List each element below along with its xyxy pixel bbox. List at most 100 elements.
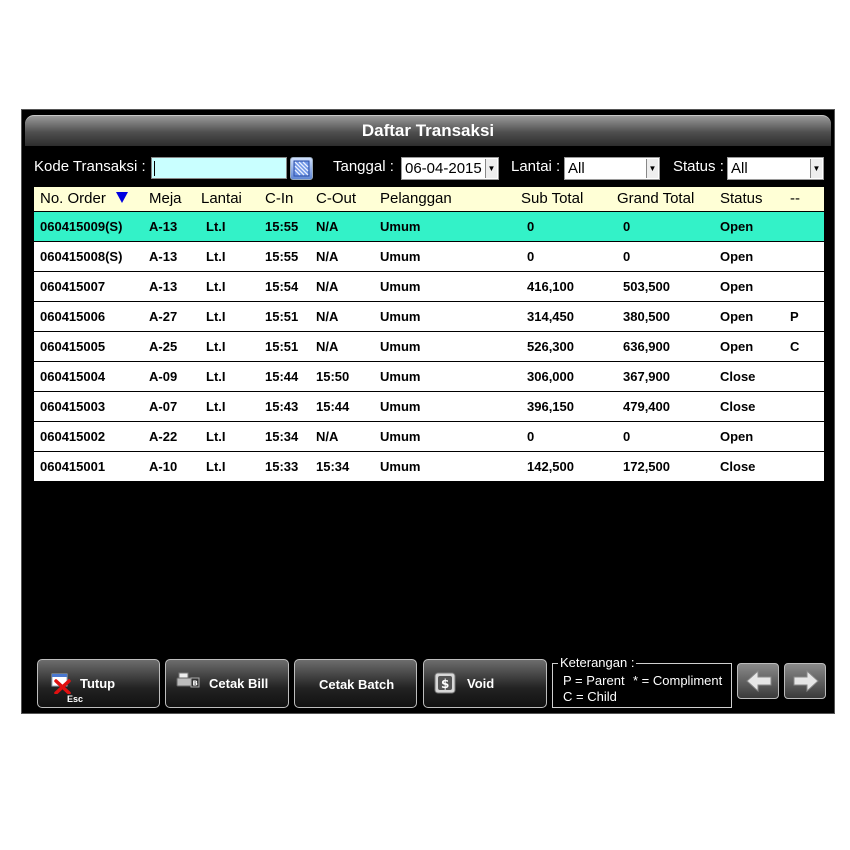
cell-pelanggan: Umum — [380, 339, 421, 354]
table-row[interactable]: 060415001 A-10 Lt.I 15:33 15:34 Umum 142,500 17… — [34, 451, 824, 481]
lantai-label: Lantai : — [511, 158, 561, 175]
cell-c-in: 15:55 — [265, 219, 299, 234]
cell-pelanggan: Umum — [380, 249, 421, 264]
column-header-c-out[interactable]: C-Out — [316, 187, 356, 211]
void-money-icon: $ — [434, 672, 456, 694]
cell-meja: A-25 — [149, 339, 178, 354]
status-select[interactable]: All ▼ — [727, 157, 824, 180]
cell-c-out: 15:44 — [316, 399, 350, 414]
cell-c-out: N/A — [316, 339, 339, 354]
cell-status: Open — [720, 309, 754, 324]
kode-transaksi-input[interactable] — [151, 157, 287, 179]
table-row[interactable]: 060415002 A-22 Lt.I 15:34 N/A Umum 0 0 Open — [34, 421, 824, 451]
legend-child: C = Child — [563, 689, 617, 704]
cell-no-order: 060415002 — [40, 429, 106, 444]
dropdown-arrow-icon: ▼ — [485, 159, 497, 178]
table-row[interactable]: 060415009(S) A-13 Lt.I 15:55 N/A Umum 0 0 Open — [34, 211, 824, 241]
cell-no-order: 060415007 — [40, 279, 106, 294]
table-header: No. Order Meja Lantai C-In C-Out Pelangg… — [34, 187, 824, 211]
cell-pelanggan: Umum — [380, 219, 421, 234]
cell-lantai: Lt.I — [206, 249, 226, 264]
cell-pelanggan: Umum — [380, 399, 421, 414]
column-header-no-order[interactable]: No. Order — [40, 187, 128, 211]
cell-grand-total: 636,900 — [623, 339, 670, 354]
table-row[interactable]: 060415006 A-27 Lt.I 15:51 N/A Umum 314,450 380,… — [34, 301, 824, 331]
cell-status: Close — [720, 459, 756, 474]
column-header-c-in[interactable]: C-In — [265, 187, 293, 211]
svg-text:B: B — [193, 680, 198, 688]
cell-c-in: 15:43 — [265, 399, 299, 414]
keterangan-legend: Keterangan : P = Parent * = Compliment C… — [552, 656, 732, 708]
column-header-sub-total[interactable]: Sub Total — [521, 187, 583, 211]
legend-parent: P = Parent — [563, 673, 625, 688]
previous-page-button[interactable] — [737, 663, 779, 699]
void-label: Void — [467, 676, 495, 691]
cell-grand-total: 0 — [623, 219, 631, 234]
cell-c-in: 15:51 — [265, 309, 299, 324]
cetak-bill-button[interactable]: B Cetak Bill — [165, 659, 289, 708]
table-row[interactable]: 060415004 A-09 Lt.I 15:44 15:50 Umum 306,000 36… — [34, 361, 824, 391]
cell-meja: A-13 — [149, 249, 178, 264]
cell-no-order: 060415009(S) — [40, 219, 123, 234]
cell-c-in: 15:54 — [265, 279, 299, 294]
table-row[interactable]: 060415005 A-25 Lt.I 15:51 N/A Umum 526,300 636,… — [34, 331, 824, 361]
cetak-batch-label: Cetak Batch — [319, 677, 395, 692]
cell-sub-total: 416,100 — [527, 279, 574, 294]
cell-pelanggan: Umum — [380, 429, 421, 444]
window-title: Daftar Transaksi — [25, 115, 831, 146]
column-header-grand-total[interactable]: Grand Total — [617, 187, 694, 211]
cell-no-order: 060415003 — [40, 399, 106, 414]
tanggal-picker[interactable]: 06-04-2015 ▼ — [401, 157, 499, 180]
cell-lantai: Lt.I — [206, 279, 226, 294]
cell-grand-total: 172,500 — [623, 459, 670, 474]
cell-pelanggan: Umum — [380, 279, 421, 294]
transaction-list-window: Daftar Transaksi Kode Transaksi : Tangga… — [21, 109, 835, 714]
dropdown-arrow-icon: ▼ — [646, 159, 658, 178]
cell-grand-total: 0 — [623, 429, 631, 444]
table-row[interactable]: 060415008(S) A-13 Lt.I 15:55 N/A Umum 0 0 Open — [34, 241, 824, 271]
cell-lantai: Lt.I — [206, 399, 226, 414]
cell-sub-total: 0 — [527, 219, 535, 234]
cell-meja: A-13 — [149, 279, 178, 294]
cell-pelanggan: Umum — [380, 309, 421, 324]
sort-down-icon — [115, 191, 128, 203]
column-header-extra[interactable]: -- — [790, 187, 800, 211]
legend-compliment: * = Compliment — [633, 673, 723, 688]
tutup-button[interactable]: Tutup Esc — [37, 659, 160, 708]
cell-lantai: Lt.I — [206, 219, 226, 234]
cetak-bill-label: Cetak Bill — [209, 676, 269, 691]
svg-text:$: $ — [441, 677, 449, 691]
cell-c-in: 15:51 — [265, 339, 299, 354]
next-page-button[interactable] — [784, 663, 826, 699]
cell-extra: C — [790, 339, 800, 354]
cell-pelanggan: Umum — [380, 459, 421, 474]
cell-sub-total: 396,150 — [527, 399, 574, 414]
column-header-status[interactable]: Status — [720, 187, 763, 211]
void-button[interactable]: $ Void — [423, 659, 547, 708]
keterangan-title: Keterangan : — [558, 655, 637, 670]
cell-c-out: N/A — [316, 309, 339, 324]
esc-shortcut-label: Esc — [67, 694, 84, 704]
cell-c-out: N/A — [316, 429, 339, 444]
cell-sub-total: 526,300 — [527, 339, 574, 354]
printer-icon: B — [176, 672, 200, 688]
cell-grand-total: 380,500 — [623, 309, 670, 324]
column-header-pelanggan[interactable]: Pelanggan — [380, 187, 452, 211]
table-row[interactable]: 060415003 A-07 Lt.I 15:43 15:44 Umum 396,150 47… — [34, 391, 824, 421]
cell-sub-total: 142,500 — [527, 459, 574, 474]
lantai-select[interactable]: All ▼ — [564, 157, 660, 180]
cell-no-order: 060415006 — [40, 309, 106, 324]
cell-status: Open — [720, 279, 754, 294]
table-row[interactable]: 060415007 A-13 Lt.I 15:54 N/A Umum 416,100 503,… — [34, 271, 824, 301]
column-header-meja[interactable]: Meja — [149, 187, 182, 211]
cell-status: Open — [720, 429, 754, 444]
cetak-batch-button[interactable]: Cetak Batch — [294, 659, 417, 708]
cell-status: Open — [720, 249, 754, 264]
cell-meja: A-10 — [149, 459, 178, 474]
cell-no-order: 060415005 — [40, 339, 106, 354]
column-header-lantai[interactable]: Lantai — [201, 187, 242, 211]
cell-grand-total: 479,400 — [623, 399, 670, 414]
cell-meja: A-07 — [149, 399, 178, 414]
cell-sub-total: 314,450 — [527, 309, 574, 324]
search-button[interactable] — [290, 157, 313, 180]
